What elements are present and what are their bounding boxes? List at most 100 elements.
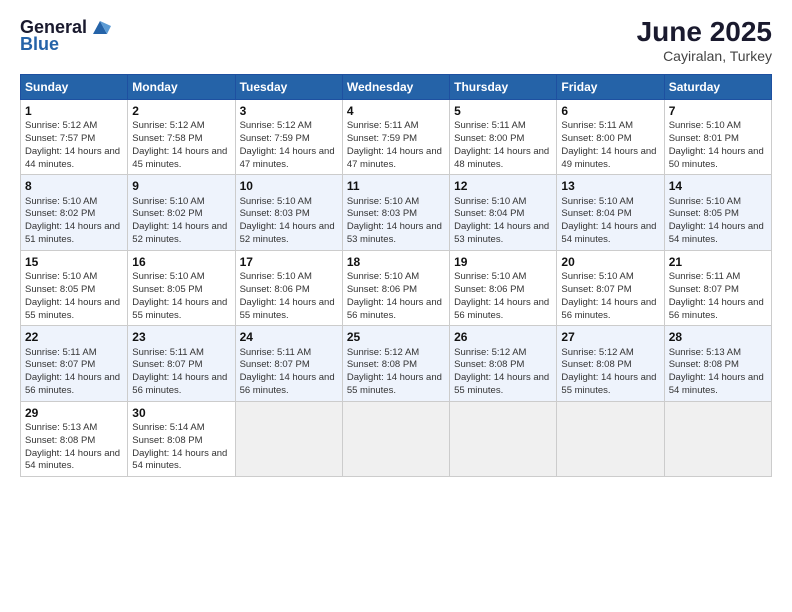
day-number: 19 (454, 254, 552, 270)
calendar-header-row: Sunday Monday Tuesday Wednesday Thursday… (21, 75, 772, 100)
header-tuesday: Tuesday (235, 75, 342, 100)
day-info: Sunrise: 5:11 AM Sunset: 8:07 PM Dayligh… (132, 347, 230, 398)
day-info: Sunrise: 5:10 AM Sunset: 8:03 PM Dayligh… (347, 196, 445, 247)
day-number: 5 (454, 103, 552, 119)
calendar-cell (557, 401, 664, 476)
header-thursday: Thursday (450, 75, 557, 100)
day-number: 22 (25, 329, 123, 345)
page: General Blue June 2025 Cayiralan, Turkey… (0, 0, 792, 612)
day-number: 11 (347, 178, 445, 194)
day-number: 10 (240, 178, 338, 194)
header-monday: Monday (128, 75, 235, 100)
day-number: 6 (561, 103, 659, 119)
header-friday: Friday (557, 75, 664, 100)
day-number: 12 (454, 178, 552, 194)
day-info: Sunrise: 5:12 AM Sunset: 7:58 PM Dayligh… (132, 120, 230, 171)
header-saturday: Saturday (664, 75, 771, 100)
day-number: 23 (132, 329, 230, 345)
calendar-cell: 4Sunrise: 5:11 AM Sunset: 7:59 PM Daylig… (342, 100, 449, 175)
day-info: Sunrise: 5:12 AM Sunset: 8:08 PM Dayligh… (347, 347, 445, 398)
header: General Blue June 2025 Cayiralan, Turkey (20, 16, 772, 64)
calendar-cell: 22 Sunrise: 5:11 AM Sunset: 8:07 PM Dayli… (21, 326, 128, 401)
day-number: 7 (669, 103, 767, 119)
calendar-cell: 30Sunrise: 5:14 AM Sunset: 8:08 PM Dayli… (128, 401, 235, 476)
calendar-cell: 1Sunrise: 5:12 AM Sunset: 7:57 PM Daylig… (21, 100, 128, 175)
day-info: Sunrise: 5:10 AM Sunset: 8:03 PM Dayligh… (240, 196, 338, 247)
day-number: 8 (25, 178, 123, 194)
day-info: Sunrise: 5:13 AM Sunset: 8:08 PM Dayligh… (669, 347, 767, 398)
day-number: 27 (561, 329, 659, 345)
day-info: Sunrise: 5:12 AM Sunset: 8:08 PM Dayligh… (561, 347, 659, 398)
calendar-week-5: 29Sunrise: 5:13 AM Sunset: 8:08 PM Dayli… (21, 401, 772, 476)
day-info: Sunrise: 5:10 AM Sunset: 8:06 PM Dayligh… (347, 271, 445, 322)
day-info: Sunrise: 5:14 AM Sunset: 8:08 PM Dayligh… (132, 422, 230, 473)
calendar-cell: 21Sunrise: 5:11 AM Sunset: 8:07 PM Dayli… (664, 250, 771, 325)
calendar-week-2: 8 Sunrise: 5:10 AM Sunset: 8:02 PM Daylig… (21, 175, 772, 250)
calendar-cell (450, 401, 557, 476)
day-number: 25 (347, 329, 445, 345)
day-number: 16 (132, 254, 230, 270)
day-number: 2 (132, 103, 230, 119)
day-number: 26 (454, 329, 552, 345)
title-block: June 2025 Cayiralan, Turkey (637, 16, 772, 64)
day-info: Sunrise: 5:12 AM Sunset: 7:59 PM Dayligh… (240, 120, 338, 171)
day-number: 17 (240, 254, 338, 270)
day-info: Sunrise: 5:10 AM Sunset: 8:02 PM Dayligh… (132, 196, 230, 247)
calendar-cell: 6Sunrise: 5:11 AM Sunset: 8:00 PM Daylig… (557, 100, 664, 175)
day-info: Sunrise: 5:10 AM Sunset: 8:01 PM Dayligh… (669, 120, 767, 171)
day-number: 13 (561, 178, 659, 194)
day-info: Sunrise: 5:11 AM Sunset: 7:59 PM Dayligh… (347, 120, 445, 171)
day-info: Sunrise: 5:10 AM Sunset: 8:04 PM Dayligh… (454, 196, 552, 247)
calendar-cell: 9Sunrise: 5:10 AM Sunset: 8:02 PM Daylig… (128, 175, 235, 250)
day-number: 15 (25, 254, 123, 270)
day-number: 24 (240, 329, 338, 345)
logo-icon (89, 16, 111, 38)
calendar-week-3: 15Sunrise: 5:10 AM Sunset: 8:05 PM Dayli… (21, 250, 772, 325)
header-wednesday: Wednesday (342, 75, 449, 100)
calendar-cell: 17Sunrise: 5:10 AM Sunset: 8:06 PM Dayli… (235, 250, 342, 325)
calendar-cell (664, 401, 771, 476)
calendar-cell: 25 Sunrise: 5:12 AM Sunset: 8:08 PM Dayli… (342, 326, 449, 401)
calendar-cell: 27 Sunrise: 5:12 AM Sunset: 8:08 PM Dayli… (557, 326, 664, 401)
day-number: 30 (132, 405, 230, 421)
day-number: 18 (347, 254, 445, 270)
day-info: Sunrise: 5:11 AM Sunset: 8:07 PM Dayligh… (669, 271, 767, 322)
day-info: Sunrise: 5:11 AM Sunset: 8:07 PM Dayligh… (25, 347, 123, 398)
day-info: Sunrise: 5:10 AM Sunset: 8:07 PM Dayligh… (561, 271, 659, 322)
day-info: Sunrise: 5:10 AM Sunset: 8:05 PM Dayligh… (25, 271, 123, 322)
calendar-cell: 16Sunrise: 5:10 AM Sunset: 8:05 PM Dayli… (128, 250, 235, 325)
day-number: 3 (240, 103, 338, 119)
day-info: Sunrise: 5:12 AM Sunset: 7:57 PM Dayligh… (25, 120, 123, 171)
day-number: 29 (25, 405, 123, 421)
month-title: June 2025 (637, 16, 772, 48)
day-number: 20 (561, 254, 659, 270)
day-info: Sunrise: 5:10 AM Sunset: 8:04 PM Dayligh… (561, 196, 659, 247)
subtitle: Cayiralan, Turkey (637, 48, 772, 64)
day-info: Sunrise: 5:13 AM Sunset: 8:08 PM Dayligh… (25, 422, 123, 473)
calendar-cell: 3Sunrise: 5:12 AM Sunset: 7:59 PM Daylig… (235, 100, 342, 175)
day-number: 21 (669, 254, 767, 270)
calendar-cell (235, 401, 342, 476)
calendar-cell: 5Sunrise: 5:11 AM Sunset: 8:00 PM Daylig… (450, 100, 557, 175)
calendar-week-1: 1Sunrise: 5:12 AM Sunset: 7:57 PM Daylig… (21, 100, 772, 175)
calendar-cell: 15Sunrise: 5:10 AM Sunset: 8:05 PM Dayli… (21, 250, 128, 325)
day-number: 28 (669, 329, 767, 345)
day-number: 4 (347, 103, 445, 119)
day-info: Sunrise: 5:11 AM Sunset: 8:00 PM Dayligh… (561, 120, 659, 171)
calendar-cell: 28 Sunrise: 5:13 AM Sunset: 8:08 PM Dayli… (664, 326, 771, 401)
day-info: Sunrise: 5:11 AM Sunset: 8:00 PM Dayligh… (454, 120, 552, 171)
calendar-table: Sunday Monday Tuesday Wednesday Thursday… (20, 74, 772, 477)
day-number: 14 (669, 178, 767, 194)
day-info: Sunrise: 5:10 AM Sunset: 8:05 PM Dayligh… (669, 196, 767, 247)
calendar-cell: 7Sunrise: 5:10 AM Sunset: 8:01 PM Daylig… (664, 100, 771, 175)
day-info: Sunrise: 5:10 AM Sunset: 8:02 PM Dayligh… (25, 196, 123, 247)
header-sunday: Sunday (21, 75, 128, 100)
calendar-cell: 13 Sunrise: 5:10 AM Sunset: 8:04 PM Dayli… (557, 175, 664, 250)
calendar-cell: 2Sunrise: 5:12 AM Sunset: 7:58 PM Daylig… (128, 100, 235, 175)
calendar-cell: 29Sunrise: 5:13 AM Sunset: 8:08 PM Dayli… (21, 401, 128, 476)
calendar-week-4: 22 Sunrise: 5:11 AM Sunset: 8:07 PM Dayli… (21, 326, 772, 401)
calendar-cell: 19Sunrise: 5:10 AM Sunset: 8:06 PM Dayli… (450, 250, 557, 325)
calendar-cell: 14 Sunrise: 5:10 AM Sunset: 8:05 PM Dayli… (664, 175, 771, 250)
day-info: Sunrise: 5:10 AM Sunset: 8:05 PM Dayligh… (132, 271, 230, 322)
calendar-cell: 18Sunrise: 5:10 AM Sunset: 8:06 PM Dayli… (342, 250, 449, 325)
